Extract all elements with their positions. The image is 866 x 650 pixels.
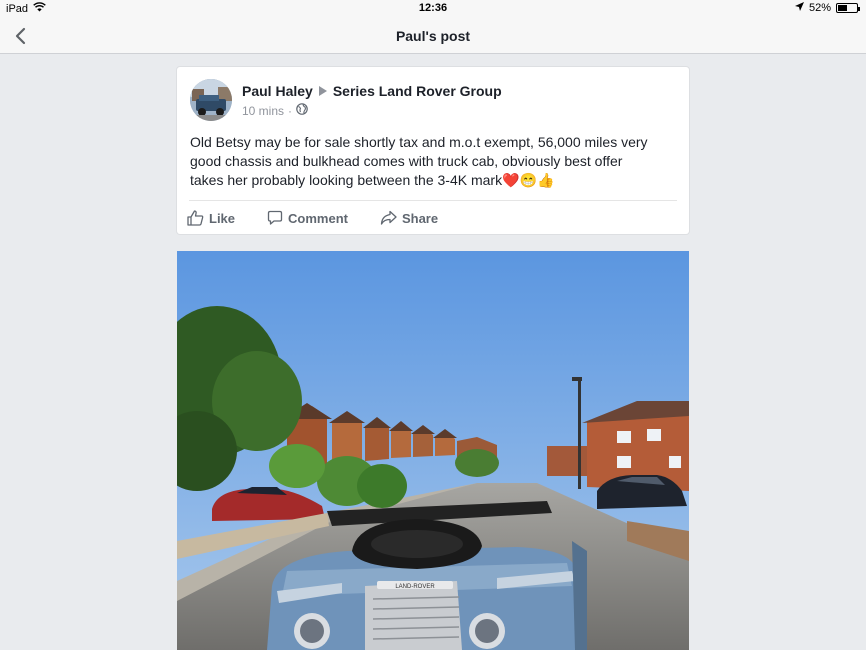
post-text-line: good chassis and bulkhead comes with tru…: [190, 153, 623, 169]
post-header: Paul Haley Series Land Rover Group: [242, 83, 502, 99]
group-name[interactable]: Series Land Rover Group: [333, 83, 502, 99]
post-text-line: takes her probably looking between the 3…: [190, 171, 676, 190]
comment-button[interactable]: Comment: [267, 210, 348, 226]
battery-icon: [836, 3, 860, 13]
globe-icon: [296, 103, 308, 118]
post-time[interactable]: 10 mins: [242, 104, 284, 118]
page-title: Paul's post: [395, 28, 471, 44]
post-text-line: Old Betsy may be for sale shortly tax an…: [190, 134, 648, 150]
like-button[interactable]: Like: [187, 210, 235, 226]
share-button[interactable]: Share: [380, 210, 438, 226]
status-time: 12:36: [418, 2, 448, 14]
arrow-right-icon: [318, 83, 328, 99]
avatar[interactable]: [190, 79, 232, 121]
share-icon: [380, 210, 397, 225]
actions-divider: [189, 200, 677, 201]
land-rover-street-photo: LAND-ROVER: [177, 251, 689, 650]
nav-bar: Paul's post: [0, 18, 866, 54]
post-text: Old Betsy may be for sale shortly tax an…: [190, 133, 676, 190]
battery-tip: [858, 7, 860, 11]
thumbs-up-icon: [187, 210, 204, 226]
post-card: Paul Haley Series Land Rover Group 10 mi…: [177, 67, 689, 234]
meta-separator: ·: [288, 103, 293, 118]
like-label: Like: [209, 210, 236, 226]
battery-percent: 52%: [808, 2, 831, 14]
share-label: Share: [401, 210, 439, 226]
comment-label: Comment: [288, 210, 348, 226]
status-right: 52%: [794, 2, 860, 14]
comment-icon: [267, 210, 283, 225]
post-photo[interactable]: LAND-ROVER: [177, 251, 689, 650]
post-text-line-content: takes her probably looking between the 3…: [190, 172, 503, 188]
author-name[interactable]: Paul Haley: [242, 83, 313, 99]
battery-fill: [838, 5, 847, 11]
location-arrow-icon: [794, 2, 804, 14]
status-bar: iPad 12:36 52%: [0, 0, 866, 18]
emoji-group: ❤️😁👍: [502, 172, 555, 188]
grille-badge: LAND-ROVER: [395, 584, 435, 590]
action-bar: Like Comment Share: [187, 207, 470, 229]
post-meta: 10 mins ·: [242, 103, 308, 118]
